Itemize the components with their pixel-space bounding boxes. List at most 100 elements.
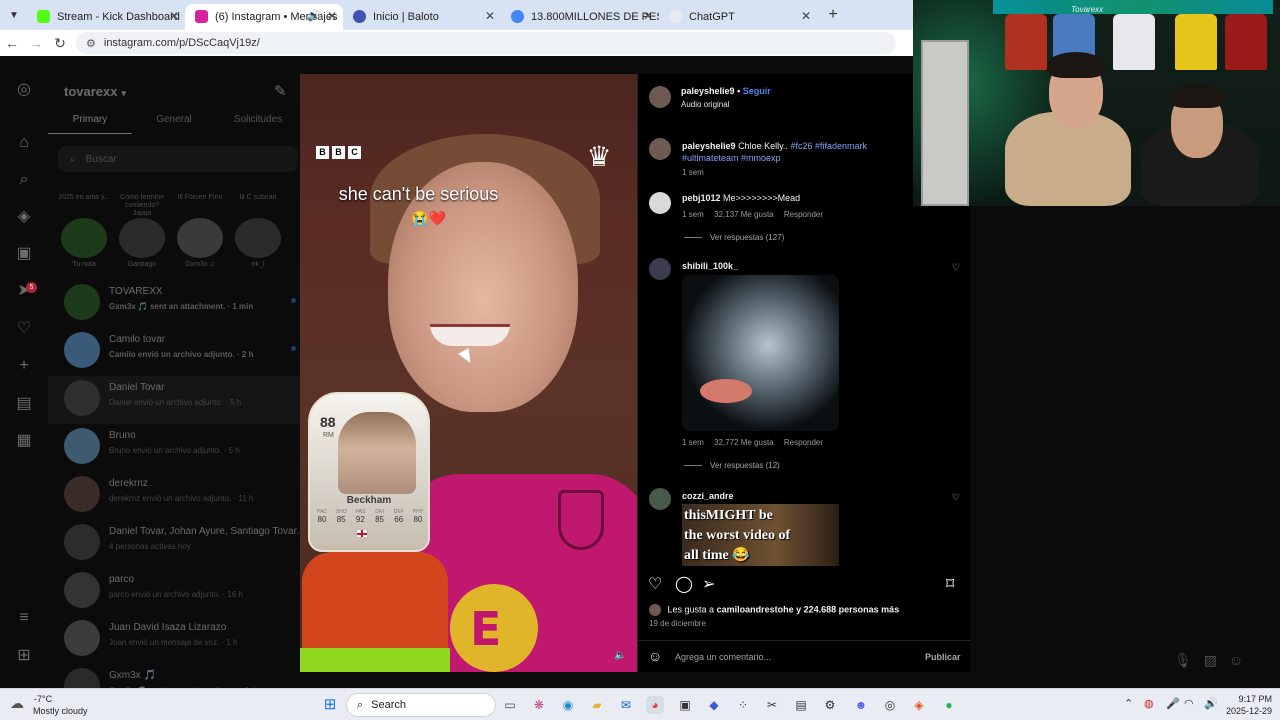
- wifi-icon[interactable]: ◠: [1184, 697, 1194, 710]
- tab-baloto[interactable]: Inicio | Baloto ✕: [343, 4, 501, 30]
- reply-button[interactable]: Responder: [784, 438, 823, 447]
- microphone-icon[interactable]: 🎤: [1166, 697, 1180, 710]
- avatar[interactable]: [649, 138, 671, 160]
- likes-summary[interactable]: Les gusta a camiloandrestohe y 224.688 p…: [649, 604, 899, 616]
- apps-grid-icon[interactable]: ⁘: [734, 696, 752, 714]
- avatar[interactable]: [649, 488, 671, 510]
- comment-likes[interactable]: 32,772 Me gusta: [714, 438, 774, 447]
- inbox-username[interactable]: tovarexx ▾: [64, 84, 126, 99]
- tab-google-search[interactable]: 13.800MILLONES DE PESOS CO ✕: [501, 4, 659, 30]
- comment-username[interactable]: paleyshelie9: [682, 141, 736, 151]
- site-info-icon[interactable]: ⚙: [86, 37, 96, 50]
- close-tab-icon[interactable]: ✕: [801, 9, 811, 23]
- copilot-icon[interactable]: ❋: [530, 696, 548, 714]
- notifications-heart-icon[interactable]: ♡: [14, 319, 34, 339]
- search-icon[interactable]: ⌕: [14, 170, 34, 190]
- conversation-item[interactable]: derekrnz derekrnz envió un archivo adjunt…: [48, 472, 300, 520]
- likes-user[interactable]: camiloandrestohe: [717, 604, 794, 614]
- likes-suffix[interactable]: y 224.688 personas más: [796, 604, 899, 614]
- sticker-icon[interactable]: ☺: [1229, 652, 1255, 668]
- show-hidden-icons[interactable]: ⌃: [1124, 697, 1133, 710]
- profile-icon[interactable]: ▦: [14, 431, 34, 451]
- notepad-icon[interactable]: ▤: [792, 696, 810, 714]
- like-heart-icon[interactable]: ♡: [648, 574, 662, 594]
- close-tab-icon[interactable]: ✕: [169, 9, 179, 23]
- chrome-icon[interactable]: ◕: [646, 696, 664, 714]
- vpn-icon[interactable]: ◆: [705, 696, 723, 714]
- author-avatar[interactable]: [649, 86, 671, 108]
- author-username[interactable]: paleyshelie9: [681, 86, 735, 96]
- conversation-item[interactable]: Bruno Bruno envió un archivo adjunto. · 5…: [48, 424, 300, 472]
- conversation-item[interactable]: Juan David Isaza Lizarazo Joan envió un m…: [48, 616, 300, 664]
- close-tab-icon[interactable]: ✕: [643, 9, 653, 23]
- back-arrow-icon[interactable]: ←: [0, 35, 24, 51]
- compose-message-icon[interactable]: ✎: [274, 82, 287, 100]
- comment-bubble-icon[interactable]: ◯: [675, 574, 693, 594]
- microphone-icon[interactable]: 🎙: [1174, 652, 1204, 668]
- spotify-icon[interactable]: ●: [940, 696, 958, 714]
- publish-button[interactable]: Publicar: [925, 652, 961, 662]
- conversation-item[interactable]: Camilo tovar Camilo envió un archivo adju…: [48, 328, 300, 376]
- note-item[interactable]: Como termine comiendo? Jajaja Gantiago: [116, 194, 168, 274]
- tab-primary[interactable]: Primary: [48, 114, 132, 134]
- forward-arrow-icon[interactable]: →: [24, 35, 48, 51]
- edge-icon[interactable]: ◉: [559, 696, 577, 714]
- post-video[interactable]: E B B C ♛ she can't be serious 😭❤️ 88 RM…: [300, 74, 637, 672]
- avatar[interactable]: [649, 192, 671, 214]
- share-send-icon[interactable]: ➢: [702, 574, 715, 594]
- home-icon[interactable]: ⌂: [14, 133, 34, 153]
- comment-input[interactable]: Agrega un comentario...: [675, 652, 771, 662]
- view-replies-button[interactable]: Ver respuestas (12): [684, 461, 780, 470]
- comment-image-meme[interactable]: thisMIGHT be the worst video of all time…: [682, 504, 839, 566]
- close-tab-icon[interactable]: ✕: [327, 9, 337, 23]
- audio-label[interactable]: Audio original: [681, 100, 729, 109]
- file-explorer-icon[interactable]: ▰: [588, 696, 606, 714]
- instagram-logo-icon[interactable]: ◎: [14, 80, 34, 100]
- avatar[interactable]: [649, 258, 671, 280]
- new-tab-button[interactable]: +: [821, 6, 845, 24]
- outlook-icon[interactable]: ✉: [617, 696, 635, 714]
- speaker-icon[interactable]: 🔈: [614, 650, 626, 661]
- tab-chatgpt[interactable]: ChatGPT ✕: [659, 4, 817, 30]
- tab-instagram-messages[interactable]: (6) Instagram • Mensajes 🔊 ✕: [185, 4, 343, 30]
- follow-button[interactable]: Seguir: [743, 86, 771, 96]
- windows-start-icon[interactable]: ⊞: [321, 696, 339, 714]
- close-tab-icon[interactable]: ✕: [485, 9, 495, 23]
- audio-playing-icon[interactable]: 🔊: [307, 9, 321, 22]
- conversation-item[interactable]: Daniel Tovar, Johan Ayure, Santiago Tova…: [48, 520, 305, 568]
- comment-username[interactable]: cozzi_andre: [682, 491, 734, 501]
- tab-search-menu-icon[interactable]: ▼: [5, 6, 23, 24]
- comment-likes[interactable]: 32,137 Me gusta: [714, 210, 774, 219]
- reels-icon[interactable]: ▣: [14, 244, 34, 264]
- more-menu-icon[interactable]: ≡: [14, 608, 34, 628]
- inbox-search-input[interactable]: ⌕ Buscar: [58, 146, 298, 172]
- tab-general[interactable]: General: [132, 114, 216, 134]
- conversation-item[interactable]: TOVAREXX Gxm3x 🎵 sent an attachment. · 1 …: [48, 280, 300, 328]
- create-plus-icon[interactable]: +: [14, 356, 34, 376]
- capcut-icon[interactable]: ✂: [763, 696, 781, 714]
- task-view-icon[interactable]: ▭: [501, 696, 519, 714]
- emoji-picker-icon[interactable]: ☺: [648, 648, 662, 664]
- note-item[interactable]: Ill C subirán nk_l: [232, 194, 284, 274]
- like-comment-heart-icon[interactable]: ♡: [952, 492, 960, 503]
- tab-kick-dashboard[interactable]: Stream - Kick Dashboard ✕: [27, 4, 185, 30]
- like-comment-heart-icon[interactable]: ♡: [952, 262, 960, 273]
- address-bar[interactable]: ⚙ instagram.com/p/DScCaqVj19z/: [76, 32, 896, 54]
- image-icon[interactable]: ▨: [1204, 652, 1229, 668]
- brave-icon[interactable]: ◈: [910, 696, 928, 714]
- save-bookmark-icon[interactable]: ⌑: [946, 574, 954, 594]
- conversation-item[interactable]: Daniel Tovar Daniel envió un archivo adju…: [48, 376, 300, 424]
- note-item[interactable]: 2025 en ama y... Tu nota: [58, 194, 110, 274]
- comment-image-xray[interactable]: [682, 275, 839, 431]
- discord-icon[interactable]: ☻: [852, 696, 870, 714]
- view-replies-button[interactable]: Ver respuestas (127): [684, 233, 784, 242]
- system-clock[interactable]: 9:17 PM 2025-12-29: [1222, 693, 1272, 717]
- meta-apps-icon[interactable]: ⊞: [14, 646, 34, 666]
- obs-icon[interactable]: ◎: [881, 696, 899, 714]
- store-icon[interactable]: ▣: [676, 696, 694, 714]
- taskbar-search[interactable]: ⌕ Search: [346, 693, 496, 717]
- reply-button[interactable]: Responder: [784, 210, 823, 219]
- note-item[interactable]: Ill Forcen Pino Gxm3x ♫: [174, 194, 226, 274]
- steam-icon[interactable]: ⚙: [821, 696, 839, 714]
- antivirus-icon[interactable]: ◍: [1144, 697, 1154, 710]
